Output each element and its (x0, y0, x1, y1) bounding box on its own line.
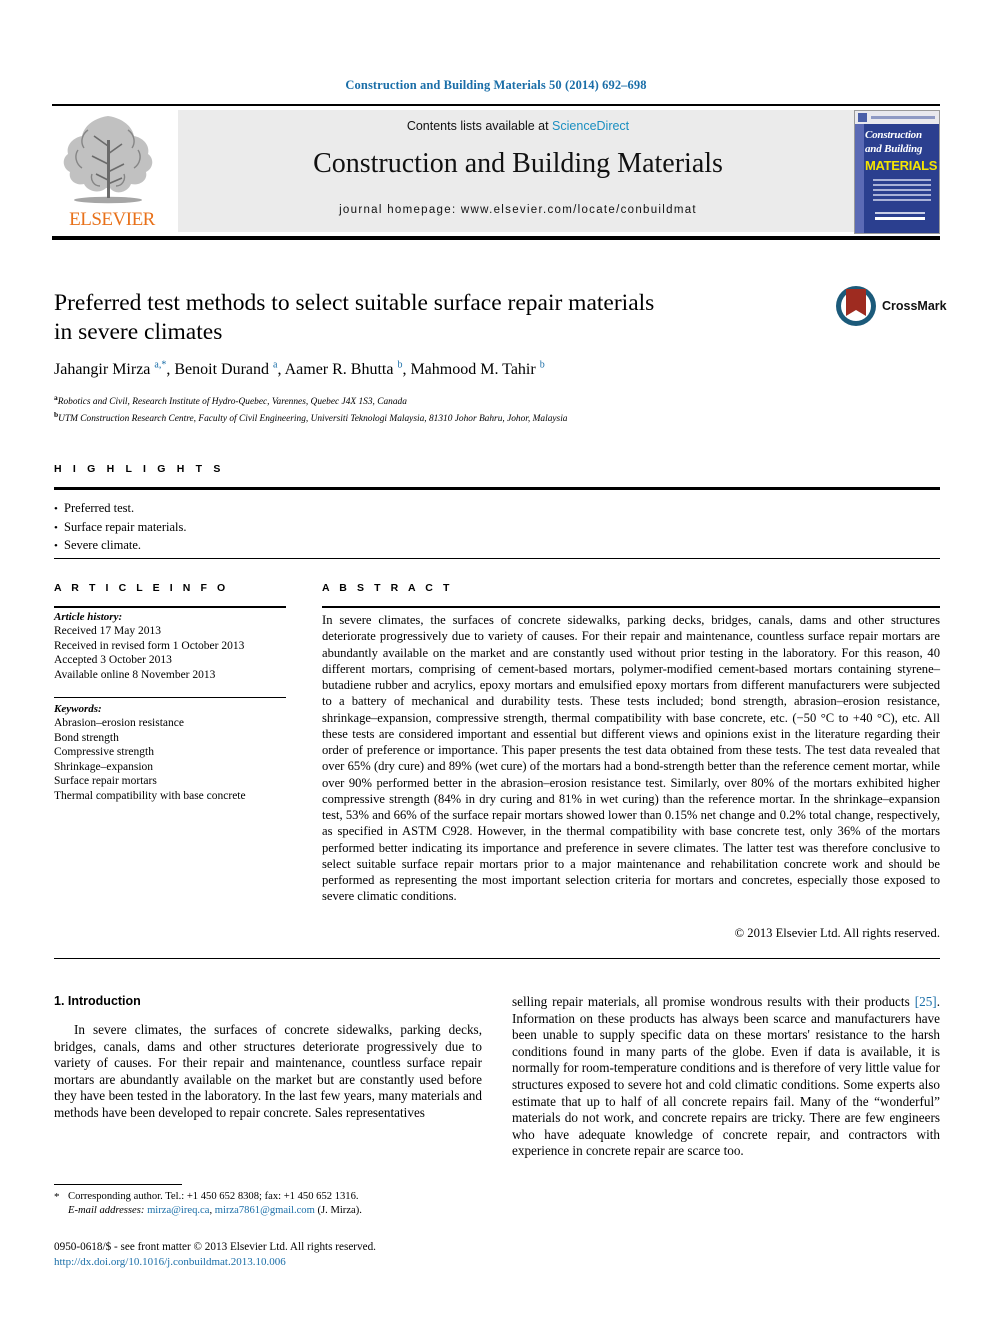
elsevier-tree-icon (63, 116, 153, 204)
history-item: Received in revised form 1 October 2013 (54, 639, 245, 652)
title-line-1: Preferred test methods to select suitabl… (54, 290, 655, 316)
crossmark-badge[interactable]: CrossMark (836, 286, 947, 326)
keyword-item: Abrasion–erosion resistance (54, 717, 184, 729)
abstract-text: In severe climates, the surfaces of conc… (322, 613, 940, 904)
citation-reference-25[interactable]: [25] (915, 994, 937, 1009)
body-column-left: 1. Introduction In severe climates, the … (54, 994, 482, 1122)
authors-text: Jahangir Mirza a,*, Benoit Durand a, Aam… (54, 360, 545, 379)
contents-prefix: Contents lists available at (406, 119, 553, 133)
article-info-heading: A R T I C L E I N F O (54, 582, 229, 594)
cover-title-line2: and Building (865, 143, 923, 155)
affiliation-a: aRobotics and Civil, Research Institute … (54, 393, 407, 408)
footnote-star-marker: * (54, 1191, 60, 1203)
article-history-list: Received 17 May 2013 Received in revised… (54, 624, 304, 682)
cover-title-line1: Construction (865, 129, 922, 141)
list-item: Surface repair materials. (54, 519, 554, 538)
paper-page: Construction and Building Materials 50 (… (0, 0, 992, 1323)
crossmark-circle-icon (836, 286, 876, 326)
keyword-item: Surface repair mortars (54, 775, 157, 788)
keyword-item: Shrinkage–expansion (54, 760, 154, 773)
affiliations: aRobotics and Civil, Research Institute … (54, 392, 844, 425)
keywords-label: Keywords: (54, 703, 102, 715)
journal-cover-thumbnail: Construction and Building MATERIALS (854, 110, 940, 234)
affiliation-b-text: UTM Construction Research Centre, Facult… (58, 413, 568, 424)
cover-left-strip (855, 124, 864, 233)
cover-topbar-line (871, 116, 935, 119)
footnote-block: * Corresponding author. Tel.: +1 450 652… (54, 1190, 484, 1218)
section-heading-introduction: 1. Introduction (54, 994, 141, 1008)
intro-paragraph-left: In severe climates, the surfaces of conc… (54, 1022, 482, 1120)
cover-subtitle-lines (873, 179, 931, 204)
corresponding-author-note: Corresponding author. Tel.: +1 450 652 8… (68, 1191, 359, 1202)
intro-right-part1: selling repair materials, all promise wo… (512, 994, 915, 1009)
highlights-list: Preferred test. Surface repair materials… (54, 500, 554, 556)
email-suffix: (J. Mirza). (314, 1205, 362, 1217)
page-footer: 0950-0618/$ - see front matter © 2013 El… (54, 1240, 534, 1269)
email-link-2[interactable]: mirza7861@gmail.com (215, 1205, 315, 1216)
elsevier-logo: ELSEVIER (52, 110, 170, 232)
running-head: Construction and Building Materials 50 (… (345, 78, 647, 92)
abstract-rule (322, 606, 940, 608)
email-label: E-mail addresses: (68, 1205, 145, 1217)
journal-center-box: Contents lists available at ScienceDirec… (178, 110, 858, 232)
keywords-list: Abrasion–erosion resistance Bond strengt… (54, 716, 314, 804)
affiliation-a-text: Robotics and Civil, Research Institute o… (57, 397, 407, 408)
journal-homepage[interactable]: journal homepage: www.elsevier.com/locat… (178, 204, 858, 216)
abstract-body: In severe climates, the surfaces of conc… (322, 612, 940, 905)
issn-copyright-line: 0950-0618/$ - see front matter © 2013 El… (54, 1241, 376, 1253)
keyword-item: Compressive strength (54, 746, 154, 759)
journal-title: Construction and Building Materials (313, 148, 723, 179)
keywords-rule (54, 697, 286, 698)
cover-topbar-square (858, 113, 867, 122)
keyword-item: Thermal compatibility with base concrete (54, 789, 246, 802)
intro-paragraph-right: selling repair materials, all promise wo… (512, 994, 940, 1160)
history-item: Accepted 3 October 2013 (54, 654, 172, 667)
header-bottom-rule (52, 236, 940, 240)
keyword-item: Bond strength (54, 731, 119, 744)
contents-available-line: Contents lists available at ScienceDirec… (178, 119, 858, 133)
highlights-rule-top (54, 487, 940, 490)
email-addresses-note: E-mail addresses: mirza@ireq.ca, mirza78… (68, 1204, 484, 1218)
cover-title-line3: MATERIALS (865, 158, 938, 173)
author-list: Jahangir Mirza a,*, Benoit Durand a, Aam… (54, 360, 794, 379)
abstract-copyright: © 2013 Elsevier Ltd. All rights reserved… (734, 926, 940, 940)
section-divider (54, 958, 940, 959)
body-column-right: selling repair materials, all promise wo… (512, 994, 940, 1160)
cover-topbar (855, 111, 939, 124)
article-history-label: Article history: (54, 611, 123, 623)
article-info-rule (54, 606, 286, 608)
highlights-heading: H I G H L I G H T S (54, 463, 225, 475)
footnote-rule (54, 1184, 182, 1185)
affiliation-b: bUTM Construction Research Centre, Facul… (54, 409, 568, 424)
history-item: Received 17 May 2013 (54, 625, 161, 637)
list-item: Severe climate. (54, 537, 554, 556)
header-top-rule (52, 104, 940, 106)
abstract-heading: A B S T R A C T (322, 582, 453, 594)
sciencedirect-link[interactable]: ScienceDirect (552, 119, 629, 133)
list-item: Preferred test. (54, 500, 554, 519)
highlights-rule-bottom (54, 558, 940, 559)
email-link-1[interactable]: mirza@ireq.ca (147, 1205, 209, 1216)
crossmark-label: CrossMark (882, 299, 947, 313)
history-item: Available online 8 November 2013 (54, 668, 216, 681)
intro-right-part2: . Information on these products has alwa… (512, 994, 940, 1159)
page-title: Preferred test methods to select suitabl… (54, 289, 754, 347)
doi-link[interactable]: http://dx.doi.org/10.1016/j.conbuildmat.… (54, 1255, 534, 1270)
cover-footer-lines (875, 212, 925, 223)
elsevier-wordmark: ELSEVIER (69, 209, 155, 230)
title-line-2: in severe climates (54, 319, 223, 345)
journal-header-band: ELSEVIER Contents lists available at Sci… (52, 110, 940, 234)
